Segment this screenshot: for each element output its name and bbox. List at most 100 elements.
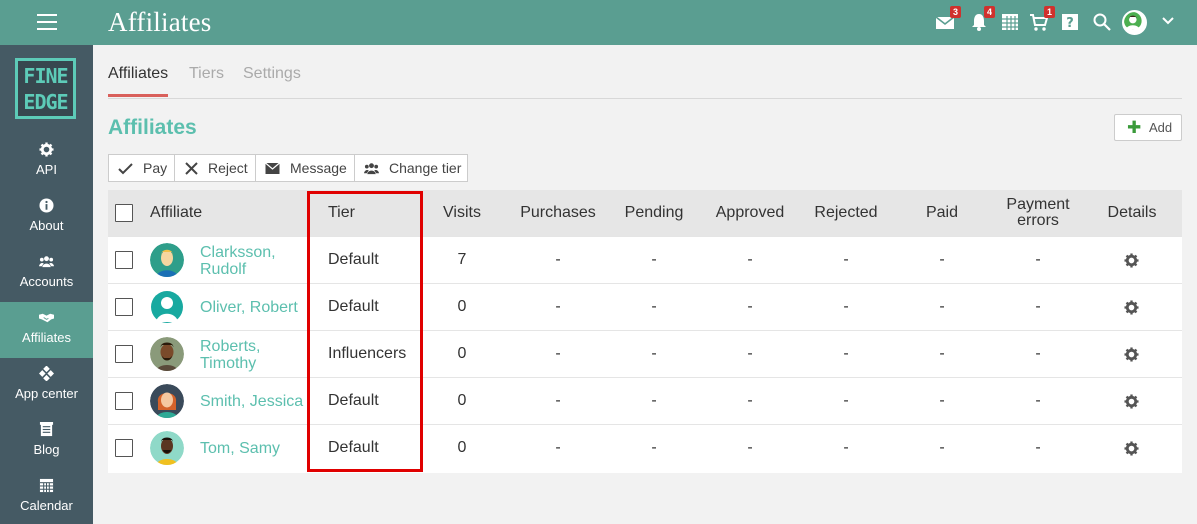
table-row[interactable]: Oliver, Robert Default 0 - - - - - -: [108, 283, 1182, 330]
change-tier-button[interactable]: Change tier: [355, 155, 467, 181]
mail-icon[interactable]: 3: [935, 6, 961, 32]
purchases-cell: -: [555, 392, 561, 409]
col-purchases[interactable]: Purchases: [513, 205, 603, 221]
sidebar-item-label: Calendar: [20, 498, 73, 513]
sidebar-item-label: App center: [15, 386, 78, 401]
affiliate-name-link[interactable]: Roberts, Timothy: [200, 338, 260, 372]
select-all-checkbox[interactable]: [115, 204, 133, 222]
affiliate-name-line1: Smith, Jessica: [200, 393, 304, 410]
affiliate-name-line1: Oliver, Robert: [200, 299, 298, 316]
sidebar-item-calendar[interactable]: Calendar: [0, 470, 93, 524]
top-bar: Affiliates 3 4 1 ?: [0, 0, 1197, 45]
add-button[interactable]: ✚ Add: [1114, 114, 1182, 141]
row-checkbox[interactable]: [115, 298, 133, 316]
affiliate-name-link[interactable]: Tom, Samy: [200, 440, 280, 457]
details-gear-icon[interactable]: [1124, 347, 1139, 362]
col-rejected[interactable]: Rejected: [801, 205, 891, 221]
sidebar: FINE EDGE API About Accounts Affiliates …: [0, 45, 93, 524]
pay-button[interactable]: Pay: [109, 155, 175, 181]
col-pending[interactable]: Pending: [614, 205, 694, 221]
visits-cell: 0: [457, 298, 467, 315]
chevron-down-icon[interactable]: [1161, 14, 1175, 28]
tier-cell: Default: [328, 392, 379, 409]
sidebar-item-app-center[interactable]: App center: [0, 358, 93, 414]
visits-cell: 0: [457, 439, 467, 456]
col-affiliate[interactable]: Affiliate: [150, 205, 202, 221]
details-gear-icon[interactable]: [1124, 394, 1139, 409]
paid-cell: -: [939, 345, 945, 362]
svg-text:?: ?: [1066, 16, 1074, 31]
info-icon: [39, 198, 54, 213]
avatar: [150, 384, 184, 418]
sidebar-item-about[interactable]: About: [0, 190, 93, 246]
rejected-cell: -: [843, 392, 849, 409]
rejected-cell: -: [843, 439, 849, 456]
message-button[interactable]: Message: [256, 155, 355, 181]
tab-bar: Affiliates Tiers Settings: [108, 62, 1182, 99]
col-approved[interactable]: Approved: [705, 205, 795, 221]
tier-cell: Default: [328, 298, 379, 315]
tab-tiers[interactable]: Tiers: [189, 65, 224, 94]
col-tier[interactable]: Tier: [328, 205, 355, 221]
table-row[interactable]: Clarksson, Rudolf Default 7 - - - - - -: [108, 236, 1182, 283]
affiliate-name-link[interactable]: Smith, Jessica: [200, 393, 303, 410]
row-checkbox[interactable]: [115, 439, 133, 457]
col-payment-errors[interactable]: Payment errors: [993, 197, 1083, 229]
payment-errors-cell: -: [1035, 439, 1041, 456]
visits-cell: 0: [457, 392, 467, 409]
row-checkbox[interactable]: [115, 345, 133, 363]
page-title: Affiliates: [108, 7, 212, 37]
sidebar-item-label: API: [36, 162, 57, 177]
sidebar-item-label: Accounts: [19, 274, 74, 289]
approved-cell: -: [747, 298, 753, 315]
reject-label: Reject: [208, 160, 248, 176]
change-tier-label: Change tier: [389, 160, 462, 176]
details-gear-icon[interactable]: [1124, 300, 1139, 315]
tab-settings[interactable]: Settings: [243, 65, 301, 94]
cart-icon[interactable]: 1: [1029, 6, 1055, 32]
col-payment-errors-line2: errors: [1017, 212, 1059, 229]
notification-badge: 4: [984, 6, 995, 18]
tab-affiliates[interactable]: Affiliates: [108, 65, 169, 97]
affiliate-name-line1: Clarksson,: [200, 244, 276, 261]
row-checkbox[interactable]: [115, 251, 133, 269]
mail-badge: 3: [950, 6, 961, 18]
table-row[interactable]: Smith, Jessica Default 0 - - - - - -: [108, 377, 1182, 424]
table-row[interactable]: Tom, Samy Default 0 - - - - - -: [108, 424, 1182, 471]
details-gear-icon[interactable]: [1124, 253, 1139, 268]
purchases-cell: -: [555, 345, 561, 362]
affiliate-name-link[interactable]: Clarksson, Rudolf: [200, 244, 276, 278]
approved-cell: -: [747, 345, 753, 362]
pending-cell: -: [651, 439, 657, 456]
rejected-cell: -: [843, 345, 849, 362]
sidebar-item-affiliates[interactable]: Affiliates: [0, 302, 93, 358]
affiliate-name-link[interactable]: Oliver, Robert: [200, 299, 298, 316]
hamburger-menu-icon[interactable]: [37, 14, 57, 31]
approved-cell: -: [747, 251, 753, 268]
reject-button[interactable]: Reject: [175, 155, 256, 181]
fine-edge-logo[interactable]: FINE EDGE: [15, 58, 76, 119]
row-checkbox[interactable]: [115, 392, 133, 410]
col-visits[interactable]: Visits: [432, 205, 492, 221]
bell-icon[interactable]: 4: [969, 6, 995, 32]
pending-cell: -: [651, 298, 657, 315]
envelope-icon: [265, 162, 280, 174]
paid-cell: -: [939, 392, 945, 409]
calendar-grid-icon[interactable]: [1000, 12, 1020, 32]
purchases-cell: -: [555, 298, 561, 315]
col-paid[interactable]: Paid: [912, 205, 972, 221]
logo-line-1: FINE: [23, 64, 68, 88]
table-row[interactable]: Roberts, Timothy Influencers 0 - - - - -…: [108, 330, 1182, 377]
details-gear-icon[interactable]: [1124, 441, 1139, 456]
sidebar-item-blog[interactable]: Blog: [0, 414, 93, 470]
user-avatar[interactable]: [1122, 10, 1147, 35]
sidebar-item-api[interactable]: API: [0, 134, 93, 190]
purchases-cell: -: [555, 251, 561, 268]
help-icon[interactable]: ?: [1060, 12, 1080, 32]
sidebar-item-accounts[interactable]: Accounts: [0, 246, 93, 302]
handshake-icon: [39, 310, 54, 325]
col-details: Details: [1107, 204, 1157, 221]
search-icon[interactable]: [1092, 12, 1112, 32]
approved-cell: -: [747, 392, 753, 409]
paid-cell: -: [939, 251, 945, 268]
